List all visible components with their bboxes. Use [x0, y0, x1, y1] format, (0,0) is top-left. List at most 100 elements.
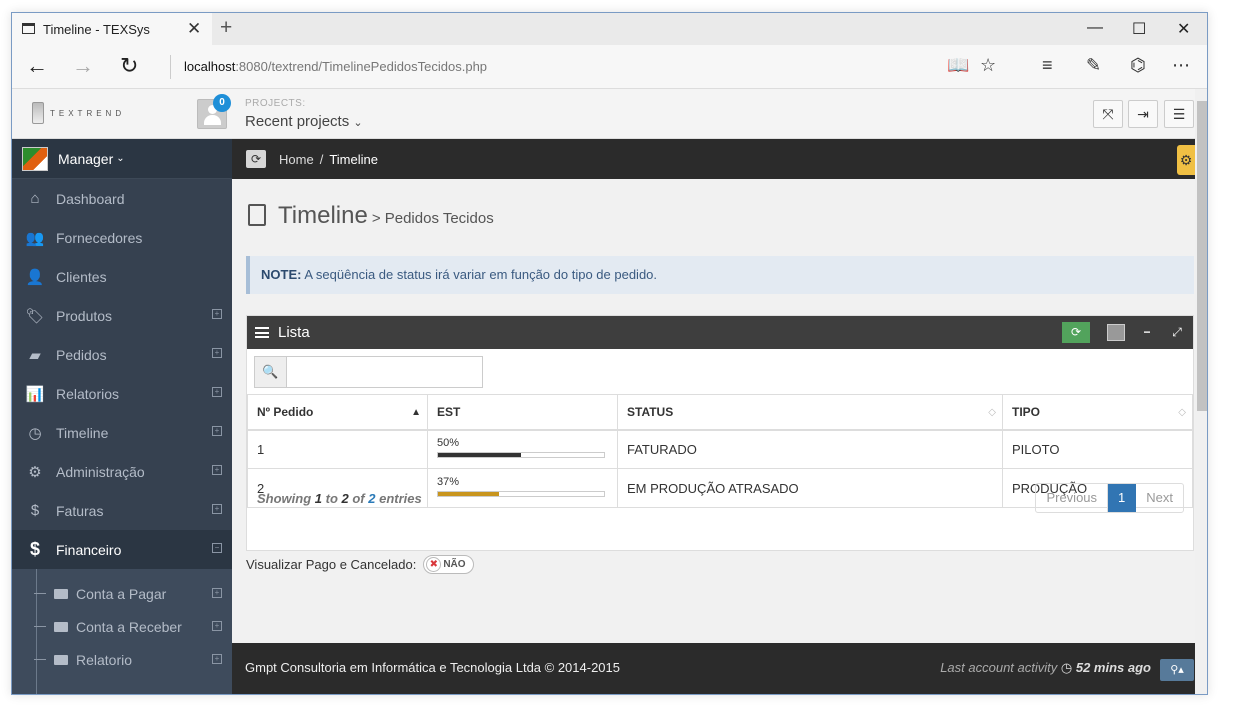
reading-view-icon[interactable]: 📖	[947, 55, 969, 76]
title-bar: Timeline - TEXSys ✕ + — ☐ ✕	[12, 13, 1207, 45]
table-info: Showing 1 to 2 of 2 entries	[257, 491, 422, 506]
portlet-header: Lista ⟳ − ⤢	[247, 316, 1193, 349]
favorite-star-icon[interactable]: ☆	[980, 55, 996, 76]
notification-badge: 0	[213, 94, 231, 112]
expand-icon: +	[212, 309, 222, 319]
close-tab-icon[interactable]: ✕	[187, 19, 201, 39]
config-button[interactable]	[1107, 324, 1125, 341]
back-icon[interactable]: ←	[26, 53, 48, 79]
tab-title: Timeline - TEXSys	[43, 22, 150, 37]
sidebar-item-administracao[interactable]: ⚙ Administração +	[12, 452, 232, 491]
list-portlet: Lista ⟳ − ⤢ 🔍 Nº Pedido ▲ EST STATUS ◇ TIP…	[246, 315, 1194, 551]
previous-button[interactable]: Previous	[1036, 484, 1109, 512]
x-icon: ✖	[426, 557, 442, 572]
search-input[interactable]	[287, 357, 482, 387]
group-icon: 👥	[25, 229, 45, 247]
sidebar-item-financeiro[interactable]: $ Financeiro −	[12, 530, 232, 569]
next-button[interactable]: Next	[1136, 484, 1183, 512]
column-header-est[interactable]: EST	[427, 394, 618, 431]
cell-status: FATURADO	[617, 429, 1003, 469]
folder-icon	[54, 621, 68, 632]
logout-button[interactable]: ⇥	[1128, 100, 1158, 128]
go-top-button[interactable]: ⚲▴	[1160, 659, 1194, 681]
forward-icon[interactable]: →	[72, 53, 94, 79]
sidebar-item-clientes[interactable]: 👤 Clientes	[12, 257, 232, 296]
collapse-button[interactable]: −	[1140, 322, 1154, 343]
cogs-icon: ⚙	[28, 463, 42, 481]
logo-mark-icon	[32, 102, 44, 124]
menu-toggle-button[interactable]: ☰	[1164, 100, 1194, 128]
sidebar-item-pedidos[interactable]: ▰ Pedidos +	[12, 335, 232, 374]
chevron-down-icon: ⌄	[116, 153, 125, 164]
paid-cancelled-toggle[interactable]: ✖ NÃO	[423, 555, 475, 574]
search-box: 🔍	[254, 356, 483, 388]
home-icon: ⌂	[30, 190, 40, 207]
tags-icon: 🏷	[25, 307, 45, 325]
dollar-icon: $	[29, 539, 40, 559]
search-icon: 🔍	[255, 357, 287, 387]
expand-icon: +	[212, 426, 222, 436]
logo[interactable]: TEXTREND	[32, 102, 125, 124]
sidebar-user[interactable]: Manager ⌄	[12, 139, 232, 179]
column-header-status[interactable]: STATUS ◇	[617, 394, 1003, 431]
minimize-icon[interactable]: —	[1087, 19, 1103, 37]
close-window-icon[interactable]: ✕	[1177, 19, 1190, 39]
projects-dropdown[interactable]: Recent projects ⌄	[245, 113, 363, 130]
sidebar-subitem-conta-a-pagar[interactable]: Conta a Pagar +	[12, 577, 232, 610]
refresh-icon[interactable]: ↻	[120, 53, 138, 79]
fullscreen-button[interactable]: ⤧	[1093, 100, 1123, 128]
expand-icon: +	[212, 348, 222, 358]
paid-cancelled-filter: Visualizar Pago e Cancelado: ✖ NÃO	[246, 555, 475, 574]
table-row[interactable]: 1 50% FATURADO PILOTO	[247, 429, 1193, 469]
cell-est: 50%	[427, 429, 618, 469]
fullscreen-expand-icon[interactable]: ⤢	[1169, 322, 1185, 343]
expand-icon: +	[212, 465, 222, 475]
page-1-button[interactable]: 1	[1108, 484, 1137, 512]
reload-button[interactable]: ⟳	[1062, 322, 1090, 343]
url-field[interactable]: localhost:8080/textrend/TimelinePedidosT…	[184, 59, 487, 74]
cell-tipo: PILOTO	[1002, 429, 1193, 469]
more-icon[interactable]: ⋯	[1172, 55, 1190, 76]
pagination: Previous 1 Next	[1035, 483, 1184, 513]
expand-icon: +	[212, 588, 222, 598]
app-header: TEXTREND 0 PROJECTS: Recent projects ⌄ ⤧…	[12, 89, 1195, 139]
column-header-pedido[interactable]: Nº Pedido ▲	[247, 394, 428, 431]
footer: Gmpt Consultoria em Informática e Tecnol…	[232, 643, 1195, 694]
share-icon[interactable]: ⌬	[1130, 55, 1146, 76]
scrollbar[interactable]	[1195, 89, 1207, 694]
sidebar-item-timeline[interactable]: ◷ Timeline +	[12, 413, 232, 452]
web-note-icon[interactable]: ✎	[1086, 55, 1101, 76]
settings-gear-icon[interactable]: ⚙	[1177, 145, 1195, 175]
breadcrumb-home[interactable]: Home	[279, 152, 314, 167]
progress-fill	[438, 452, 521, 457]
sidebar-item-dashboard[interactable]: ⌂ Dashboard	[12, 179, 232, 218]
sort-asc-icon: ▲	[411, 407, 421, 418]
maximize-icon[interactable]: ☐	[1132, 19, 1146, 39]
sidebar-item-faturas[interactable]: $ Faturas +	[12, 491, 232, 530]
browser-window: Timeline - TEXSys ✕ + — ☐ ✕ ← → ↻ localh…	[11, 12, 1208, 695]
browser-tab[interactable]: Timeline - TEXSys ✕	[12, 13, 212, 45]
sidebar-item-fornecedores[interactable]: 👥 Fornecedores	[12, 218, 232, 257]
progress-label: 50%	[437, 436, 460, 449]
projects-label: PROJECTS:	[245, 98, 306, 109]
sidebar-item-relatorios[interactable]: 📊 Relatorios +	[12, 374, 232, 413]
expand-icon: +	[212, 504, 222, 514]
collapse-icon: −	[212, 543, 222, 553]
chevron-down-icon: ⌄	[353, 117, 363, 129]
column-header-tipo[interactable]: TIPO ◇	[1002, 394, 1193, 431]
sidebar-subitem-conta-a-receber[interactable]: Conta a Receber +	[12, 610, 232, 643]
breadcrumb: ⟳ Home / Timeline ⚙	[232, 139, 1195, 179]
new-tab-icon[interactable]: +	[220, 16, 232, 40]
scrollbar-thumb[interactable]	[1197, 101, 1207, 411]
page-icon	[22, 23, 35, 34]
user-logo	[22, 146, 48, 171]
hub-icon[interactable]: ≡	[1042, 55, 1053, 76]
sidebar-subitem-relatorio[interactable]: Relatorio +	[12, 643, 232, 676]
dollar-icon: $	[30, 502, 40, 519]
refresh-icon[interactable]: ⟳	[246, 150, 266, 168]
clock-icon: ◷	[1060, 660, 1073, 675]
bar-chart-icon: 📊	[25, 385, 45, 403]
sidebar-item-produtos[interactable]: 🏷 Produtos +	[12, 296, 232, 335]
sidebar: Manager ⌄ ⌂ Dashboard 👥 Fornecedores 👤 Clie…	[12, 139, 232, 694]
list-icon	[255, 327, 269, 338]
